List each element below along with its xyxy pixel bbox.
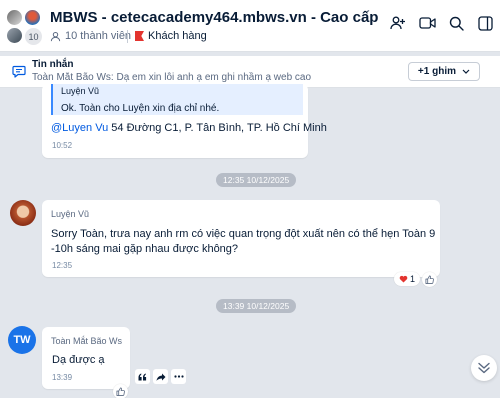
heart-reaction[interactable]: 1 <box>394 272 421 286</box>
sender-name: Toàn Mắt Bão Ws <box>51 336 123 346</box>
more-options-icon[interactable] <box>171 369 186 384</box>
conversation-info-icon[interactable] <box>476 14 494 32</box>
member-count-badge: 10 <box>24 27 43 46</box>
thumbs-up-icon <box>116 387 125 396</box>
date-separator: 12:35 10/12/2025 <box>216 173 297 187</box>
date-separator: 13:39 10/12/2025 <box>216 299 297 313</box>
quoted-message[interactable]: Luyện Vũ Ok. Toàn cho Luyện xin địa chỉ … <box>51 84 303 115</box>
message-time: 13:39 <box>52 373 73 382</box>
label-tag[interactable]: Khách hàng <box>135 30 207 42</box>
group-avatar[interactable]: 10 <box>6 9 43 46</box>
quoted-sender: Luyện Vũ <box>61 86 100 96</box>
message-bubble[interactable]: Luyện Vũ Ok. Toàn cho Luyện xin địa chỉ … <box>42 84 327 158</box>
member-count-label: 10 thành viên <box>65 30 132 42</box>
thumbs-up-icon <box>425 275 434 284</box>
user-icon <box>50 31 61 41</box>
member-avatar <box>6 9 23 26</box>
flag-icon <box>135 31 144 41</box>
heart-icon <box>399 275 408 283</box>
member-count[interactable]: 10 thành viên <box>50 30 131 42</box>
message-actions <box>135 369 186 384</box>
divider <box>127 30 128 43</box>
video-call-icon[interactable] <box>418 14 436 32</box>
chat-header: 10 MBWS - cetecacademy464.mbws.vn - Cao … <box>0 0 500 52</box>
scroll-to-bottom-button[interactable] <box>471 355 497 381</box>
chevron-down-icon <box>462 69 470 74</box>
member-avatar <box>6 27 23 44</box>
mention-link[interactable]: @Luyen Vu <box>51 122 108 134</box>
group-title[interactable]: MBWS - cetecacademy464.mbws.vn - Cao cấp <box>50 9 378 26</box>
pinned-text: Toàn Mắt Bão Ws: Dạ em xin lỗi anh ạ em … <box>32 72 312 83</box>
reaction-count: 1 <box>410 274 416 284</box>
message-time: 10:52 <box>52 141 73 150</box>
avatar[interactable] <box>10 200 36 226</box>
add-member-icon[interactable] <box>389 14 407 32</box>
message-icon <box>12 65 26 78</box>
like-button[interactable] <box>422 272 437 287</box>
search-icon[interactable] <box>447 14 465 32</box>
member-avatar <box>24 9 41 26</box>
message-bubble[interactable]: Luyện Vũ Sorry Toàn, trưa nay anh rm có … <box>42 200 440 277</box>
message-bubble[interactable]: Toàn Mắt Bão Ws Dạ được ạ 13:39 <box>42 327 130 389</box>
message-time: 12:35 <box>52 261 73 270</box>
pinned-title: Tin nhắn <box>32 59 74 70</box>
more-pins-button[interactable]: +1 ghim <box>407 62 480 81</box>
quoted-text: Ok. Toàn cho Luyện xin địa chỉ nhé. <box>61 103 220 114</box>
double-chevron-down-icon <box>478 362 490 374</box>
forward-icon[interactable] <box>153 369 168 384</box>
like-button[interactable] <box>113 384 128 398</box>
avatar[interactable]: TW <box>8 326 36 354</box>
message-text: Sorry Toàn, trưa nay anh rm có việc quan… <box>51 228 436 255</box>
message-body: 54 Đường C1, P. Tân Bình, TP. Hồ Chí Min… <box>108 122 327 134</box>
message-text: @Luyen Vu 54 Đường C1, P. Tân Bình, TP. … <box>51 122 327 134</box>
label-tag-text: Khách hàng <box>148 30 207 42</box>
sender-name: Luyện Vũ <box>51 209 90 219</box>
header-actions <box>389 14 494 32</box>
quote-reply-icon[interactable] <box>135 369 150 384</box>
more-pins-label: +1 ghim <box>417 66 456 77</box>
message-text: Dạ được ạ <box>52 354 105 366</box>
